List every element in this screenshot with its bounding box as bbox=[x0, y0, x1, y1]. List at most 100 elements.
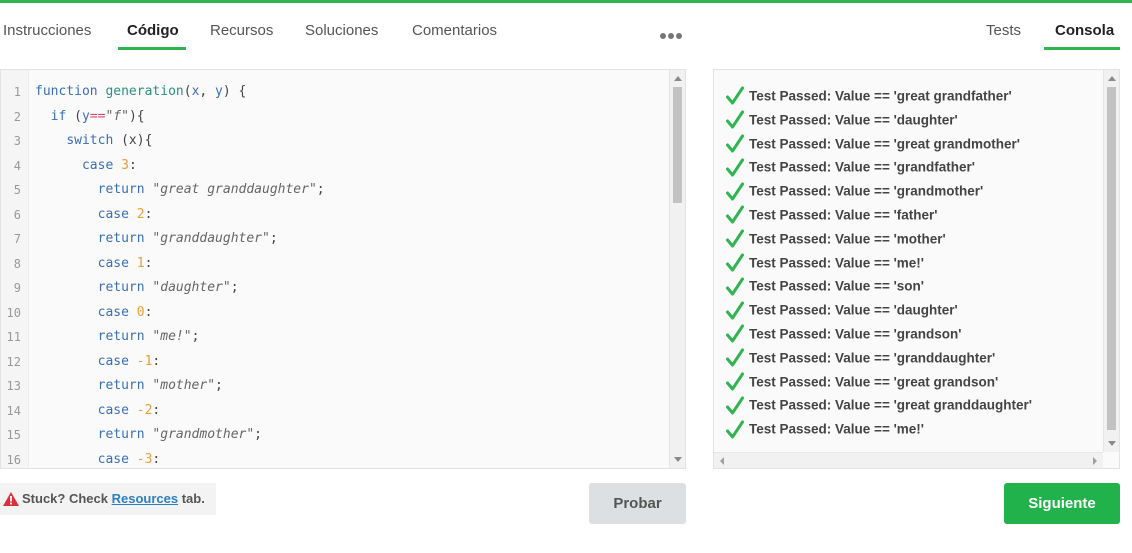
code-token: return bbox=[97, 182, 153, 197]
console-message: Test Passed: Value == 'granddaughter' bbox=[749, 350, 996, 366]
tab-instrucciones[interactable]: Instrucciones bbox=[3, 20, 91, 42]
code-token: 0 bbox=[136, 304, 145, 320]
line-number: 11 bbox=[6, 330, 21, 344]
top-accent-bar bbox=[0, 0, 1132, 3]
code-token: "f" bbox=[105, 108, 129, 124]
console-panel: Test Passed: Value == 'great grandfather… bbox=[713, 69, 1120, 469]
run-button[interactable]: Probar bbox=[589, 483, 686, 524]
tab-consola-underline bbox=[1044, 47, 1120, 50]
code-text: case -3: bbox=[35, 448, 161, 469]
code-token: return bbox=[97, 280, 153, 295]
console-line: Test Passed: Value == 'son' bbox=[726, 274, 924, 298]
console-message: Test Passed: Value == 'grandson' bbox=[749, 326, 962, 342]
code-text: case 2: bbox=[35, 203, 153, 227]
code-text: if (y=="f"){ bbox=[35, 105, 145, 129]
console-message: Test Passed: Value == 'great grandfather… bbox=[749, 88, 1012, 104]
checkmark-icon bbox=[726, 110, 744, 130]
code-line: 3 switch (x){ bbox=[1, 129, 669, 153]
code-token: "me!" bbox=[152, 329, 192, 344]
console-message: Test Passed: Value == 'great grandmother… bbox=[749, 136, 1021, 152]
console-message: Test Passed: Value == 'great grandson' bbox=[749, 374, 999, 390]
console-scroll-thumb[interactable] bbox=[1107, 87, 1116, 430]
code-token: return bbox=[97, 378, 153, 393]
code-token: generation bbox=[105, 84, 184, 99]
stuck-notice: Stuck? Check Resources tab. bbox=[0, 483, 216, 515]
code-token: : bbox=[152, 402, 161, 418]
next-button[interactable]: Siguiente bbox=[1004, 483, 1120, 524]
console-horizontal-scrollbar[interactable] bbox=[714, 452, 1103, 468]
tab-codigo[interactable]: Código bbox=[127, 20, 179, 42]
console-message: Test Passed: Value == 'great granddaught… bbox=[749, 397, 1033, 413]
console-line: Test Passed: Value == 'grandmother' bbox=[726, 179, 983, 203]
code-token: : bbox=[144, 206, 153, 222]
code-token: case bbox=[97, 304, 137, 320]
line-number: 15 bbox=[6, 428, 21, 442]
line-number: 14 bbox=[6, 403, 21, 418]
console-line: Test Passed: Value == 'father' bbox=[726, 203, 938, 227]
scroll-up-arrow-icon[interactable] bbox=[674, 76, 682, 81]
code-token: ; bbox=[230, 280, 239, 295]
console-line: Test Passed: Value == 'great grandson' bbox=[726, 370, 998, 394]
code-line: 13 return "mother"; bbox=[1, 374, 669, 398]
tab-soluciones[interactable]: Soluciones bbox=[305, 20, 378, 42]
console-message: Test Passed: Value == 'mother' bbox=[749, 231, 946, 247]
checkmark-icon bbox=[726, 301, 744, 321]
code-text: case 1: bbox=[35, 252, 153, 276]
code-line: 15 return "grandmother"; bbox=[1, 423, 669, 447]
code-token: case bbox=[97, 451, 137, 467]
code-token: "daughter" bbox=[152, 280, 231, 295]
tab-comentarios[interactable]: Comentarios bbox=[412, 20, 497, 42]
console-scroll-right-arrow-icon[interactable] bbox=[1093, 457, 1097, 465]
line-number: 9 bbox=[13, 281, 21, 295]
code-token: -3 bbox=[136, 451, 153, 467]
console-scroll-left-arrow-icon[interactable] bbox=[720, 457, 724, 465]
line-number: 5 bbox=[13, 183, 21, 197]
editor-vertical-scrollbar[interactable] bbox=[669, 70, 685, 468]
code-token: case bbox=[97, 255, 137, 271]
code-token: "mother" bbox=[152, 378, 216, 393]
console-scroll-up-arrow-icon[interactable] bbox=[1108, 76, 1116, 81]
code-text: case 0: bbox=[35, 301, 153, 325]
code-editor[interactable]: 1 function generation(x, y) {2 if (y=="f"… bbox=[0, 69, 686, 469]
code-token: case bbox=[97, 402, 137, 418]
code-line: 8 case 1: bbox=[1, 252, 669, 276]
checkmark-icon bbox=[726, 253, 744, 273]
tab-recursos[interactable]: Recursos bbox=[210, 20, 273, 42]
code-text: case -1: bbox=[35, 350, 161, 374]
code-token: 1 bbox=[136, 255, 145, 271]
console-line: Test Passed: Value == 'daughter' bbox=[726, 108, 958, 132]
code-token: , bbox=[199, 84, 216, 99]
tab-consola[interactable]: Consola bbox=[1055, 20, 1114, 42]
code-token: : bbox=[144, 304, 153, 320]
checkmark-icon bbox=[726, 348, 744, 368]
scroll-down-arrow-icon[interactable] bbox=[674, 457, 682, 462]
checkmark-icon bbox=[726, 277, 744, 297]
console-line: Test Passed: Value == 'daughter' bbox=[726, 298, 958, 322]
line-number: 8 bbox=[13, 256, 21, 271]
code-text: return "daughter"; bbox=[35, 276, 239, 300]
resources-link[interactable]: Resources bbox=[112, 491, 178, 506]
console-scroll-down-arrow-icon[interactable] bbox=[1108, 441, 1116, 446]
code-line: 4 case 3: bbox=[1, 154, 669, 178]
code-token: ( bbox=[183, 84, 192, 99]
console-line: Test Passed: Value == 'grandson' bbox=[726, 322, 962, 346]
more-horizontal-icon[interactable] bbox=[659, 29, 683, 39]
line-number: 4 bbox=[13, 158, 21, 173]
code-token: return bbox=[97, 427, 153, 442]
code-token: ; bbox=[191, 329, 200, 344]
editor-scroll-thumb[interactable] bbox=[673, 87, 682, 203]
tab-tests[interactable]: Tests bbox=[986, 20, 1021, 42]
console-vertical-scrollbar[interactable] bbox=[1103, 70, 1119, 452]
code-line: 1 function generation(x, y) { bbox=[1, 80, 669, 104]
